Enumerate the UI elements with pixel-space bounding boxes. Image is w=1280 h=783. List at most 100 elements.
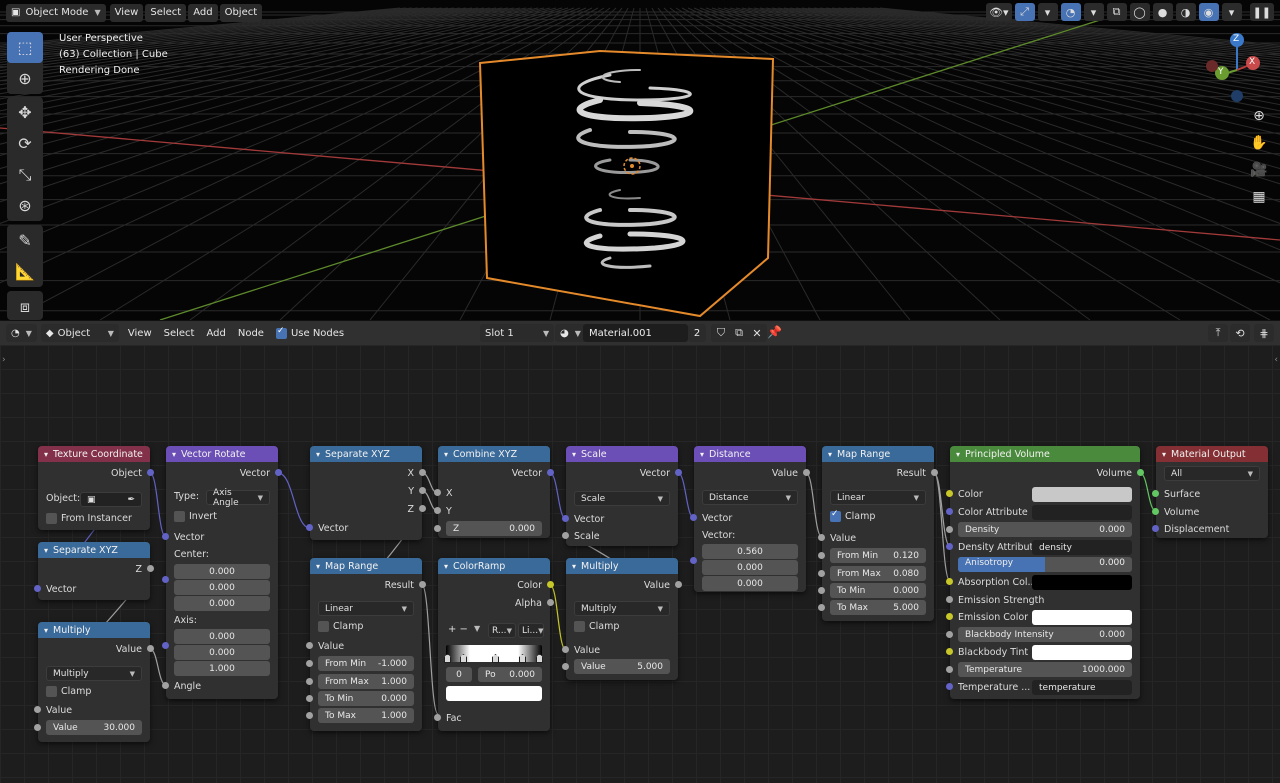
node-vector-rotate[interactable]: Vector Rotate Vector Type: Axis Angle ▼ I… — [162, 446, 282, 699]
menu-view[interactable]: View — [109, 3, 144, 22]
duplicate-material-icon[interactable]: ⧉ — [729, 324, 749, 342]
input-socket[interactable] — [162, 642, 169, 649]
node-color-ramp[interactable]: ColorRamp Color Alpha + − ▼ R...▼ Li...▼… — [434, 558, 554, 731]
checkbox-icon[interactable] — [46, 686, 57, 697]
shading-wireframe-icon[interactable]: ◯ — [1129, 3, 1150, 21]
checkbox-icon[interactable] — [318, 621, 329, 632]
input-socket[interactable] — [562, 515, 569, 522]
snap-settings-icon[interactable]: ⋕ — [1254, 324, 1274, 342]
input-socket[interactable] — [562, 646, 569, 653]
clamp-checkbox[interactable]: Clamp — [46, 686, 91, 697]
menu-add[interactable]: Add — [188, 3, 218, 22]
from-instancer-checkbox[interactable]: From Instancer — [46, 513, 132, 524]
output-socket[interactable] — [675, 581, 682, 588]
checkbox-icon[interactable] — [46, 513, 57, 524]
input-socket[interactable] — [946, 526, 953, 533]
center-y-field[interactable]: 0.000 — [174, 580, 270, 595]
add-cube-icon[interactable]: ⧈ — [7, 291, 43, 320]
from-min-field[interactable]: From Min 0.120 — [818, 548, 926, 563]
use-nodes-toggle[interactable]: Use Nodes — [271, 324, 349, 342]
output-socket[interactable] — [147, 565, 154, 572]
anisotropy-slider[interactable]: Anisotropy 0.000 — [958, 557, 1132, 572]
parent-tree-icon[interactable]: ⤒ — [1208, 324, 1228, 342]
node-principled-volume[interactable]: Principled Volume Volume Color Color Att… — [946, 446, 1144, 699]
input-socket[interactable] — [946, 578, 953, 585]
output-socket[interactable] — [547, 469, 554, 476]
node-header[interactable]: Map Range — [310, 558, 422, 574]
input-socket[interactable] — [306, 660, 313, 667]
ramp-interp-dropdown[interactable]: Li... ▼ — [518, 623, 544, 638]
shading-rendered-icon[interactable]: ◉ — [1198, 3, 1219, 21]
eyedropper-icon[interactable]: ✒ — [127, 495, 135, 505]
from-max-field[interactable]: From Max 1.000 — [306, 674, 414, 689]
blackbody-tint-swatch[interactable] — [1032, 645, 1132, 660]
checkbox-icon[interactable] — [174, 511, 185, 522]
editor-type-dropdown[interactable]: ◔ ▼ — [6, 324, 37, 342]
input-socket[interactable] — [690, 514, 697, 521]
input-socket[interactable] — [562, 663, 569, 670]
input-socket[interactable] — [946, 683, 953, 690]
input-socket[interactable] — [946, 648, 953, 655]
vector-x-field[interactable]: 0.560 — [702, 544, 798, 559]
axis-x-field[interactable]: 0.000 — [174, 629, 270, 644]
input-socket[interactable] — [306, 524, 313, 531]
input-socket[interactable] — [434, 525, 441, 532]
operation-dropdown[interactable]: Multiply ▼ — [46, 666, 142, 681]
node-menu-view[interactable]: View — [123, 324, 157, 342]
perspective-grid-icon[interactable]: ▦ — [1246, 185, 1272, 209]
slot-dropdown[interactable]: Slot 1 ▼ — [480, 324, 555, 342]
node-scale[interactable]: Scale Vector Scale ▼ Vector Scale — [562, 446, 682, 546]
overlay-toggle-icon[interactable]: ◔ — [1060, 3, 1081, 21]
center-x-field[interactable]: 0.000 — [174, 564, 270, 579]
node-header[interactable]: ColorRamp — [438, 558, 550, 574]
gizmo-toggle-icon[interactable]: ⤢ — [1014, 3, 1035, 21]
input-socket[interactable] — [434, 507, 441, 514]
node-menu-add[interactable]: Add — [201, 324, 230, 342]
transform-icon[interactable]: ⊛ — [7, 190, 43, 221]
cursor-icon[interactable]: ⊕ — [7, 63, 43, 94]
output-socket[interactable] — [419, 505, 426, 512]
node-canvas[interactable]: Texture Coordinate Object Object: ▣✒ Fro… — [0, 345, 1280, 783]
to-max-field[interactable]: To Max 5.000 — [818, 600, 926, 615]
rotate-icon[interactable]: ⟳ — [7, 128, 43, 159]
color-swatch[interactable] — [1032, 487, 1132, 502]
node-combine-xyz[interactable]: Combine XYZ Vector X Y Z 0.000 — [434, 446, 554, 538]
input-socket[interactable] — [434, 489, 441, 496]
center-z-field[interactable]: 0.000 — [174, 596, 270, 611]
ramp-menu-icon[interactable]: ▼ — [474, 624, 480, 633]
shading-solid-icon[interactable]: ● — [1152, 3, 1173, 21]
pan-hand-icon[interactable]: ✋ — [1246, 131, 1272, 155]
unlink-x-icon[interactable]: ✕ — [747, 324, 767, 342]
type-dropdown[interactable]: Axis Angle ▼ — [206, 488, 270, 508]
input-socket[interactable] — [162, 533, 169, 540]
node-material-output[interactable]: Material Output All ▼ Surface Volume Disp… — [1152, 446, 1268, 538]
annotate-icon[interactable]: ✎ — [7, 225, 43, 256]
to-max-field[interactable]: To Max 1.000 — [306, 708, 414, 723]
input-socket[interactable] — [818, 604, 825, 611]
output-socket[interactable] — [547, 599, 554, 606]
node-header[interactable]: Separate XYZ — [310, 446, 422, 462]
output-socket[interactable] — [419, 487, 426, 494]
clamp-checkbox[interactable]: Clamp — [574, 621, 619, 632]
pin-icon[interactable]: 📌 — [767, 325, 782, 339]
node-header[interactable]: Multiply — [566, 558, 678, 574]
mode-dropdown[interactable]: ▣ Object Mode ▼ — [6, 3, 106, 22]
clamp-checkbox[interactable]: Clamp — [318, 621, 363, 632]
ramp-stop[interactable] — [519, 654, 526, 663]
node-menu-node[interactable]: Node — [233, 324, 269, 342]
node-distance[interactable]: Distance Value Distance▼ Vector Vector: … — [690, 446, 810, 592]
density-field[interactable]: Density 0.000 — [946, 522, 1132, 537]
interpolation-dropdown[interactable]: Linear ▼ — [830, 490, 926, 505]
density-attribute-field[interactable]: density — [1032, 540, 1132, 555]
node-header[interactable]: Texture Coordinate — [38, 446, 150, 462]
operation-dropdown[interactable]: Distance ▼ — [702, 490, 798, 505]
visibility-icon[interactable]: 👁▾ — [986, 3, 1012, 21]
input-socket[interactable] — [306, 678, 313, 685]
input-socket[interactable] — [1152, 525, 1159, 532]
output-socket[interactable] — [147, 645, 154, 652]
node-texture-coordinate[interactable]: Texture Coordinate Object Object: ▣✒ Fro… — [38, 446, 154, 530]
input-socket[interactable] — [946, 631, 953, 638]
color-attribute-field[interactable] — [1032, 505, 1132, 520]
ramp-stop[interactable] — [492, 654, 499, 663]
input-socket[interactable] — [306, 695, 313, 702]
